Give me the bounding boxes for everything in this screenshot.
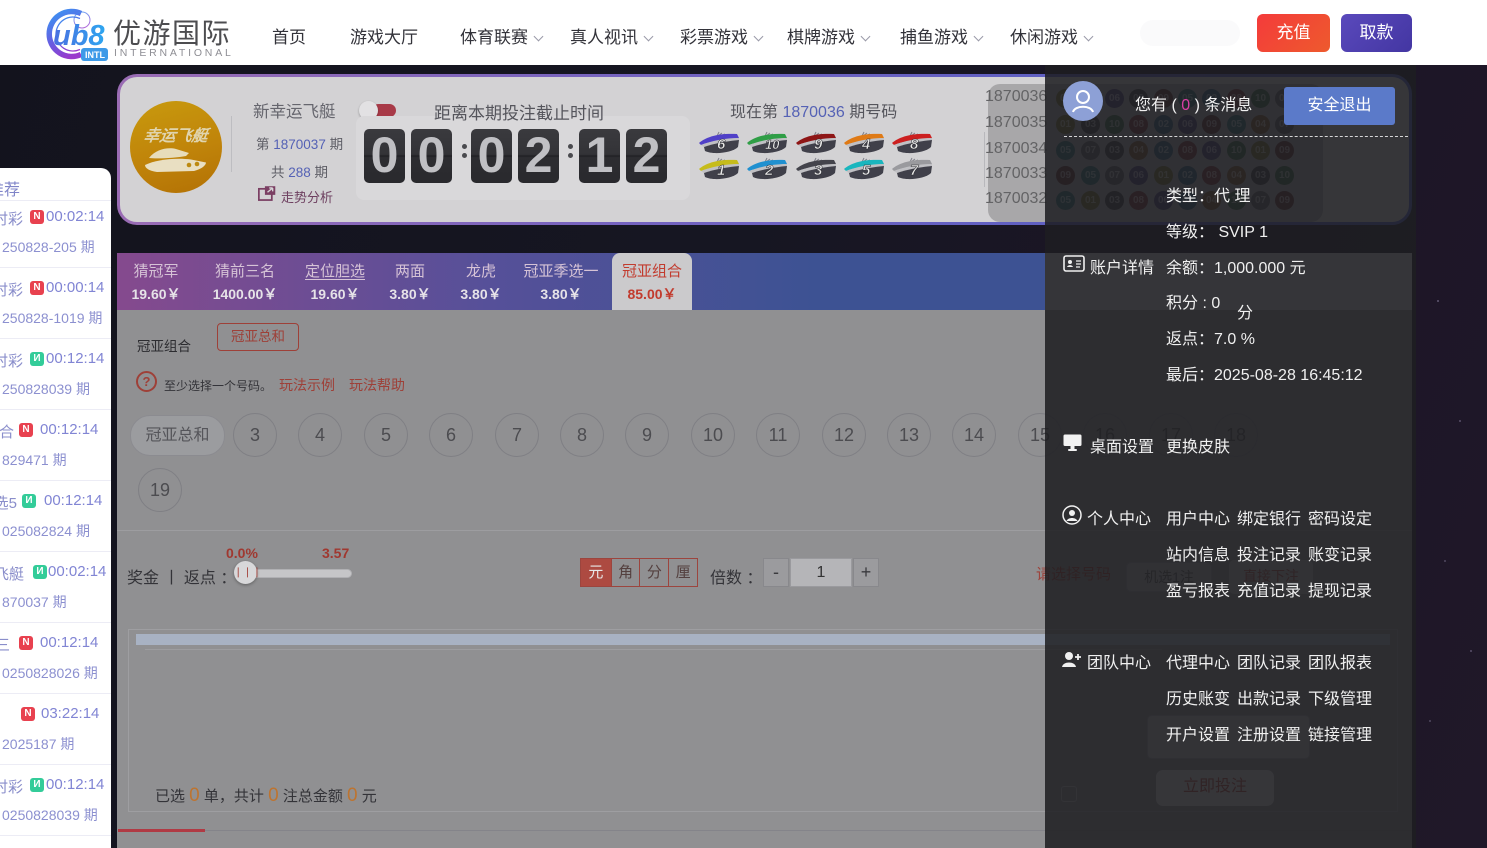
svg-text:6: 6 — [717, 136, 726, 153]
svg-text:1: 1 — [717, 162, 725, 179]
svg-text:4: 4 — [861, 136, 871, 153]
svg-text:9: 9 — [814, 136, 823, 153]
svg-text:7: 7 — [910, 162, 919, 179]
svg-text:8: 8 — [910, 136, 919, 153]
svg-text:10: 10 — [765, 137, 780, 152]
svg-text:2: 2 — [764, 162, 774, 179]
svg-text:ub8: ub8 — [53, 20, 105, 52]
svg-text:3: 3 — [814, 162, 823, 179]
svg-text:INTL: INTL — [85, 50, 105, 60]
svg-text:5: 5 — [862, 162, 871, 179]
